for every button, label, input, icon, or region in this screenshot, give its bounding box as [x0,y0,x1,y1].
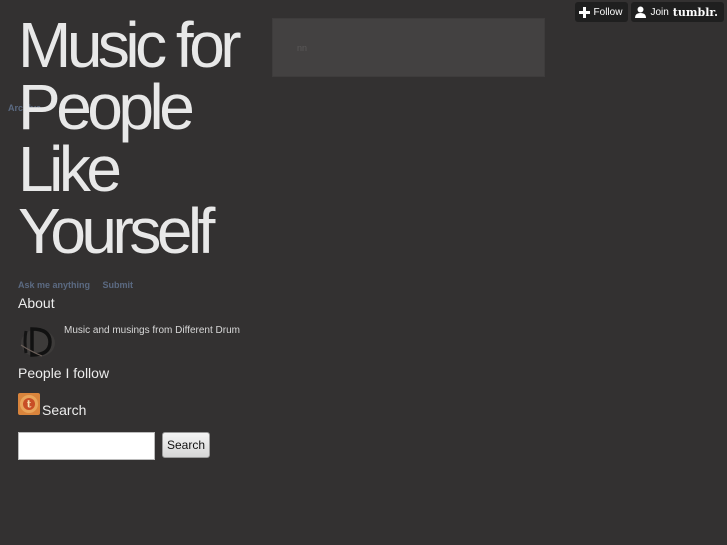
top-box-text: nn [297,43,308,53]
people-i-follow-heading: People I follow [18,365,110,381]
about-heading: About [18,295,55,311]
join-tumblr-button[interactable]: Join tumblr. [631,2,724,22]
join-label: Join [650,6,669,18]
about-description: Music and musings from Different Drum [64,325,240,336]
svg-text:t: t [27,400,32,411]
submit-link[interactable]: Submit [103,280,134,290]
blog-avatar[interactable] [18,325,58,359]
follow-label: Follow [593,6,623,18]
tumblr-logo: tumblr. [672,5,718,19]
plus-icon [578,6,590,18]
search-input[interactable] [18,432,155,460]
user-icon [635,6,647,18]
top-content-box: nn [272,18,545,77]
search-heading: Search [42,402,87,418]
ask-me-anything-link[interactable]: Ask me anything [18,280,90,290]
tumblr-controls: Follow Join tumblr. [574,2,724,22]
search-button[interactable]: Search [162,432,210,458]
blog-title[interactable]: Music for People Like Yourself [18,13,273,263]
nav-links: Ask me anything Submit [18,280,143,290]
page: Follow Join tumblr. Archive Music for Pe… [0,0,727,545]
follow-button[interactable]: Follow [574,2,629,22]
followed-blog-avatar[interactable]: t [18,393,40,415]
